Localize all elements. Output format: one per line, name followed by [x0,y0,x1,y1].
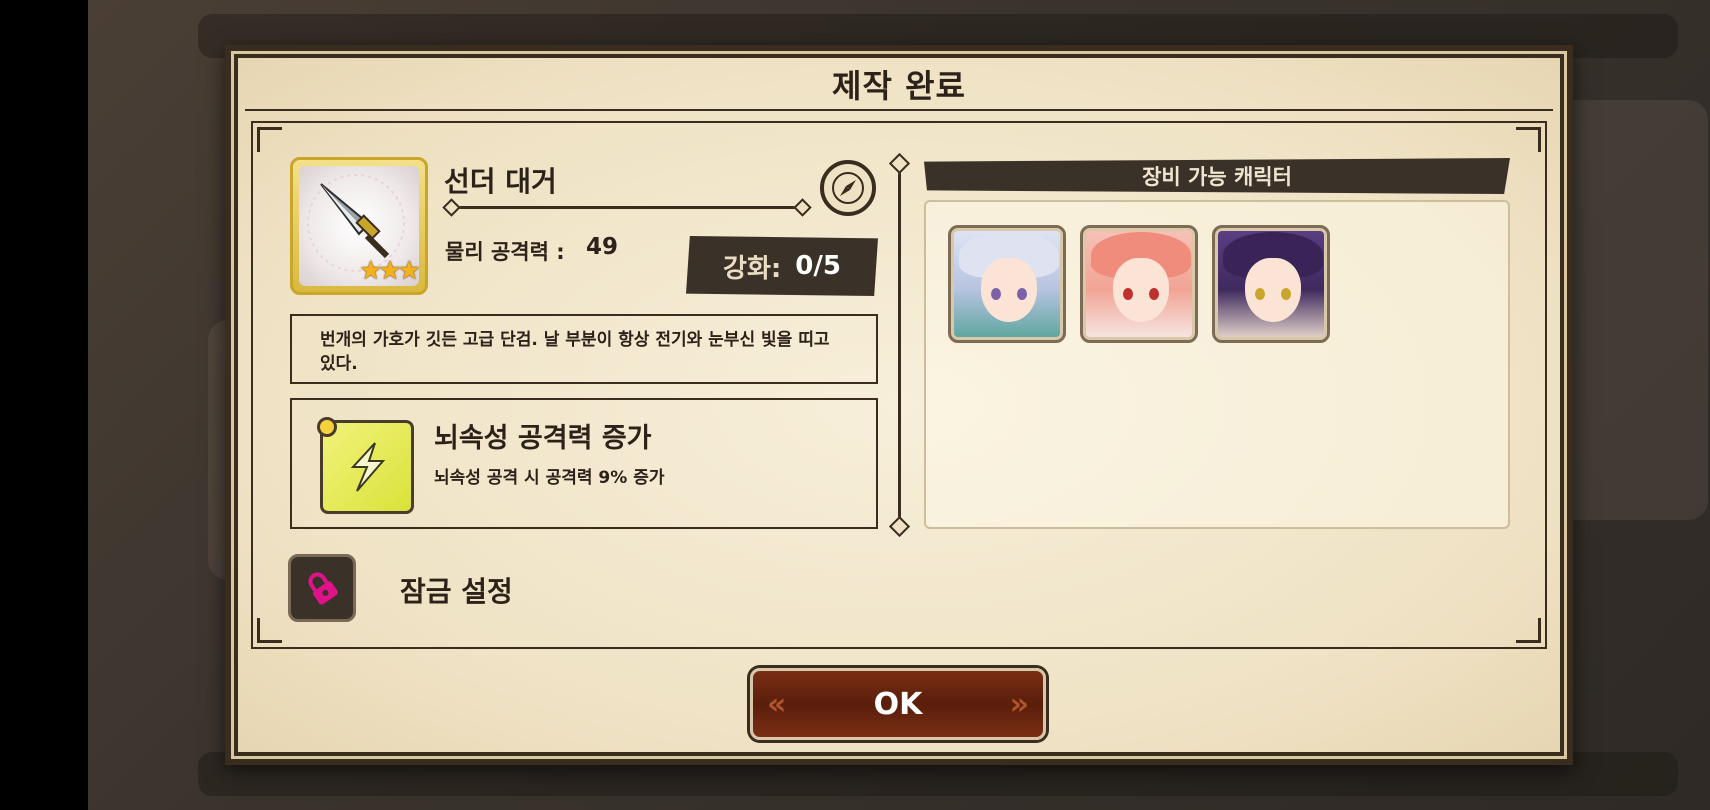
skill-indicator-dot [317,417,337,437]
equippable-characters-header: 장비 가능 캐릭터 [924,158,1510,194]
ok-button[interactable]: « OK » [750,668,1046,740]
item-icon-frame[interactable]: ★★★ [290,157,428,295]
character-eye [1017,288,1027,300]
title-divider [245,109,1553,111]
character-eye [991,288,1001,300]
item-name: 선더 대거 [444,165,557,198]
character-eye [1255,288,1265,300]
corner-decoration [1516,127,1541,152]
rarity-stars: ★★★ [359,256,419,286]
corner-decoration [1516,618,1541,643]
physical-attack-value: 49 [586,234,619,260]
compass-button[interactable] [820,160,876,216]
enhance-value: 0/5 [795,251,841,281]
skill-description: 뇌속성 공격 시 공격력 9% 증가 [434,468,665,488]
character-portrait[interactable] [948,225,1066,343]
lightning-bolt-graphic [350,442,386,492]
corner-decoration [257,618,282,643]
character-eye [1281,288,1291,300]
ok-left-decoration-icon: « [767,687,787,722]
lock-icon [308,572,338,605]
character-face [1245,258,1301,322]
character-portrait[interactable] [1212,225,1330,343]
character-face [1113,258,1169,322]
skill-panel: 뇌속성 공격력 증가 뇌속성 공격 시 공격력 9% 증가 [290,398,878,529]
enhance-label: 강화: [723,253,782,284]
item-name-divider [455,206,799,209]
dagger-icon: ★★★ [299,166,419,286]
dialog-title: 제작 완료 [832,67,966,105]
physical-attack-label: 물리 공격력 : [445,240,565,264]
character-eye [1149,288,1159,300]
character-portrait[interactable] [1080,225,1198,343]
character-eye [1123,288,1133,300]
compass-icon [832,172,864,204]
skill-name: 뇌속성 공격력 증가 [434,423,652,454]
lock-label: 잠금 설정 [400,575,513,608]
section-divider [898,166,901,524]
character-face [981,258,1037,322]
item-description: 번개의 가호가 깃든 고급 단검. 날 부분이 항상 전기와 눈부신 빛을 띠고… [290,314,878,384]
lock-toggle-button[interactable] [288,554,356,622]
lightning-icon [317,417,414,514]
ok-label: OK [873,686,923,722]
corner-decoration [257,127,282,152]
enhance-status: 강화: 0/5 [686,236,878,296]
ok-right-decoration-icon: » [1009,687,1029,722]
